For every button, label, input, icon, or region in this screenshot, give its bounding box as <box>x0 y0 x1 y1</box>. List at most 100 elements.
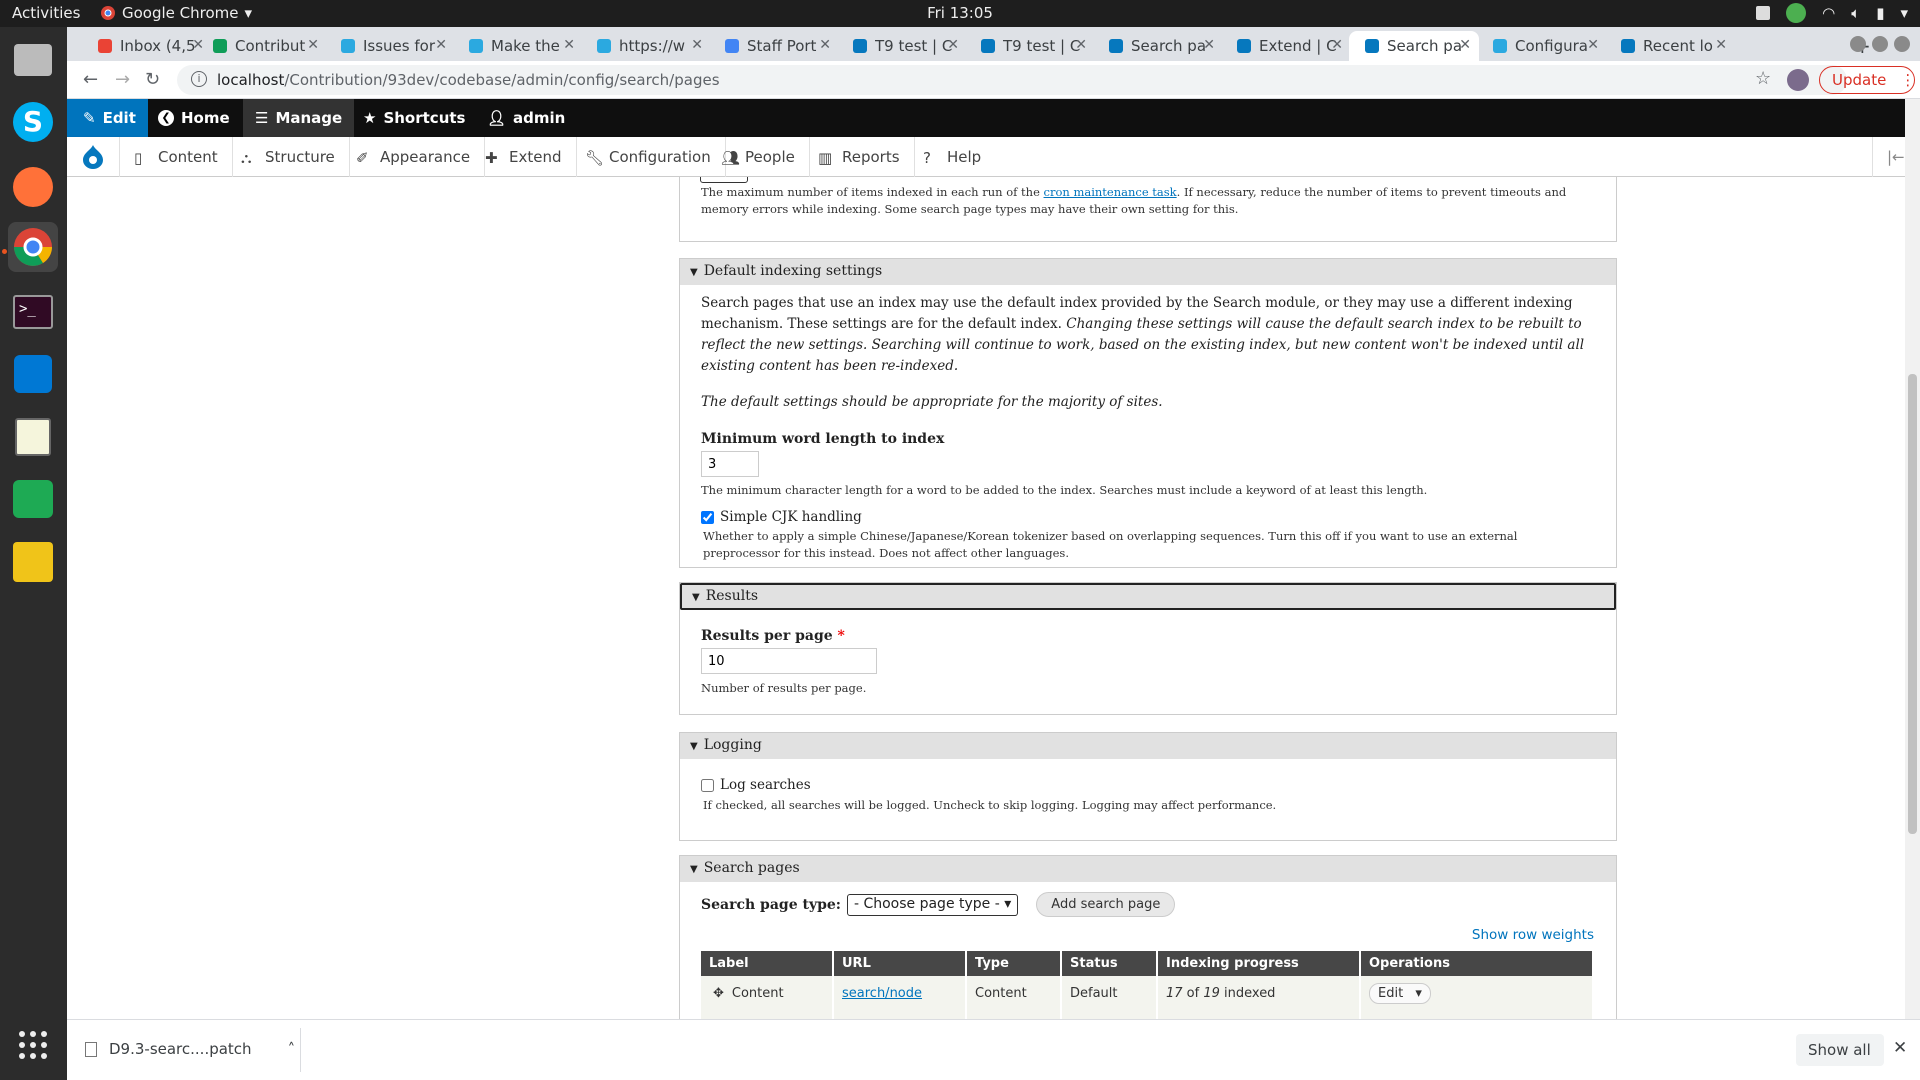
show-all-downloads-button[interactable]: Show all <box>1796 1034 1884 1066</box>
forward-icon[interactable]: → <box>115 69 130 90</box>
toolbar-shortcuts[interactable]: ★ Shortcuts <box>363 99 465 137</box>
dock-skype-icon[interactable]: S <box>8 97 58 147</box>
dock-files-icon[interactable] <box>8 35 58 85</box>
dock-chat-icon[interactable] <box>8 474 58 524</box>
close-tab-icon[interactable]: ✕ <box>1459 37 1471 53</box>
dock-vscode-icon[interactable] <box>8 349 58 399</box>
maximize-icon[interactable] <box>1872 36 1888 52</box>
user-icon: 👤︎ <box>487 109 507 127</box>
power-menu-icon[interactable]: ▾ <box>1900 4 1908 22</box>
drupal-logo-icon[interactable] <box>67 137 120 177</box>
add-search-page-button[interactable]: Add search page <box>1036 892 1176 917</box>
log-searches-label[interactable]: Log searches <box>720 777 811 793</box>
browser-tab[interactable]: https://w ✕ <box>581 31 711 61</box>
back-icon[interactable]: ← <box>83 69 98 90</box>
download-file-name: D9.3-searc....patch <box>109 1040 252 1058</box>
battery-icon[interactable]: ▮ <box>1876 4 1884 22</box>
clipboard-icon[interactable] <box>1756 6 1771 20</box>
activities-button[interactable]: Activities <box>12 4 80 22</box>
volume-icon[interactable]: 🔈︎ <box>1851 4 1860 22</box>
close-tab-icon[interactable]: ✕ <box>819 37 831 53</box>
toolbar-manage[interactable]: ☰ Manage <box>243 99 355 137</box>
search-pages-legend[interactable]: ▼ Search pages <box>680 856 1616 882</box>
dock-chrome-icon[interactable] <box>8 222 58 272</box>
dock-terminal-icon[interactable]: >_ <box>8 287 58 337</box>
chevron-up-icon[interactable]: ˄ <box>288 1040 296 1058</box>
browser-tab[interactable]: Inbox (4,5 ✕ <box>82 31 212 61</box>
bookmark-star-icon[interactable]: ☆ <box>1755 68 1771 89</box>
tray-help[interactable]: ? Help <box>909 137 995 177</box>
browser-tab[interactable]: Search pa ✕ <box>1349 31 1479 61</box>
close-tab-icon[interactable]: ✕ <box>1331 37 1343 53</box>
close-tab-icon[interactable]: ✕ <box>307 37 319 53</box>
browser-tab[interactable]: Staff Port ✕ <box>709 31 839 61</box>
cjk-label[interactable]: Simple CJK handling <box>720 509 862 525</box>
url-bar[interactable]: i localhost/Contribution/93dev/codebase/… <box>177 65 1847 95</box>
cjk-checkbox[interactable] <box>701 510 714 524</box>
table-row: ✥ Content search/node Content Default 17 … <box>701 976 1594 1011</box>
cron-maintenance-link[interactable]: cron maintenance task <box>1044 185 1177 199</box>
toolbar-edit[interactable]: ✎ Edit <box>67 99 148 137</box>
tray-people[interactable]: 👥︎ People <box>707 137 810 177</box>
close-tab-icon[interactable]: ✕ <box>1715 37 1727 53</box>
close-tab-icon[interactable]: ✕ <box>1203 37 1215 53</box>
wifi-icon[interactable]: ◠ <box>1822 4 1835 22</box>
browser-tab[interactable]: Contribut ✕ <box>197 31 327 61</box>
page-scrollbar[interactable] <box>1905 99 1920 1019</box>
close-shelf-icon[interactable]: ✕ <box>1893 1038 1907 1058</box>
toolbar-home[interactable]: ❮ Home <box>158 99 230 137</box>
tray-reports[interactable]: ▥ Reports <box>804 137 915 177</box>
tray-content[interactable]: ▯ Content <box>120 137 233 177</box>
browser-tab[interactable]: Recent lo ✕ <box>1605 31 1735 61</box>
close-tab-icon[interactable]: ✕ <box>947 37 959 53</box>
minimize-icon[interactable] <box>1850 36 1866 52</box>
items-per-cron-select[interactable]: 100 ▾ <box>700 177 748 183</box>
profile-avatar[interactable] <box>1787 69 1809 91</box>
browser-tab[interactable]: Search pa ✕ <box>1093 31 1223 61</box>
browser-tab[interactable]: T9 test | C ✕ <box>965 31 1095 61</box>
tray-appearance[interactable]: ✐ Appearance <box>342 137 486 177</box>
close-tab-icon[interactable]: ✕ <box>435 37 447 53</box>
download-item[interactable]: D9.3-searc....patch ˄ <box>85 1040 295 1058</box>
browser-tab[interactable]: T9 test | C ✕ <box>837 31 967 61</box>
clock[interactable]: Fri 13:05 <box>0 4 1920 22</box>
dropdown-caret-icon[interactable]: ▾ <box>1415 986 1422 1001</box>
browser-tab[interactable]: Issues for ✕ <box>325 31 455 61</box>
drag-handle-icon[interactable]: ✥ <box>713 986 724 1001</box>
system-tray[interactable]: ◠ 🔈︎ ▮ ▾ <box>1756 3 1908 23</box>
dock-firefox-icon[interactable] <box>8 162 58 212</box>
scrollbar-thumb[interactable] <box>1908 374 1917 834</box>
close-tab-icon[interactable]: ✕ <box>1075 37 1087 53</box>
results-legend[interactable]: ▼ Results <box>680 583 1616 610</box>
row-url-link[interactable]: search/node <box>842 986 922 1001</box>
update-button[interactable]: Update ⋮ <box>1819 66 1915 94</box>
browser-tab[interactable]: Configura ✕ <box>1477 31 1607 61</box>
search-page-type-select[interactable]: - Choose page type - ▾ <box>846 893 1019 916</box>
dock-text-editor-icon[interactable] <box>8 412 58 462</box>
close-tab-icon[interactable]: ✕ <box>691 37 703 53</box>
tray-extend[interactable]: ✚ Extend <box>471 137 577 177</box>
tray-configuration[interactable]: 🔧︎ Configuration <box>571 137 726 177</box>
reload-icon[interactable]: ↻ <box>145 69 160 90</box>
min-word-length-input[interactable] <box>701 451 759 477</box>
check-badge-icon[interactable] <box>1786 3 1807 23</box>
bar-chart-icon: ▥ <box>818 149 833 167</box>
log-searches-checkbox[interactable] <box>701 778 714 792</box>
site-info-icon[interactable]: i <box>191 71 207 87</box>
browser-tab[interactable]: Make the ✕ <box>453 31 583 61</box>
default-indexing-legend[interactable]: ▼ Default indexing settings <box>680 259 1616 285</box>
browser-tab[interactable]: Extend | C ✕ <box>1221 31 1351 61</box>
row-edit-button[interactable]: Edit ▾ <box>1369 983 1431 1004</box>
dock-cardboard-icon[interactable] <box>8 537 58 587</box>
app-menu[interactable]: Google Chrome ▾ <box>100 4 252 22</box>
show-applications-icon[interactable] <box>8 1020 58 1070</box>
close-window-icon[interactable] <box>1894 36 1910 52</box>
close-tab-icon[interactable]: ✕ <box>563 37 575 53</box>
logging-legend[interactable]: ▼ Logging <box>680 733 1616 759</box>
show-row-weights-link[interactable]: Show row weights <box>1472 927 1594 943</box>
close-tab-icon[interactable]: ✕ <box>1587 37 1599 53</box>
tray-structure[interactable]: ⛬ Structure <box>227 137 350 177</box>
toolbar-user[interactable]: 👤︎ admin <box>487 99 565 137</box>
results-per-page-input[interactable] <box>701 648 877 674</box>
search-pages-fieldset: ▼ Search pages Search page type: - Choose… <box>679 855 1617 1019</box>
